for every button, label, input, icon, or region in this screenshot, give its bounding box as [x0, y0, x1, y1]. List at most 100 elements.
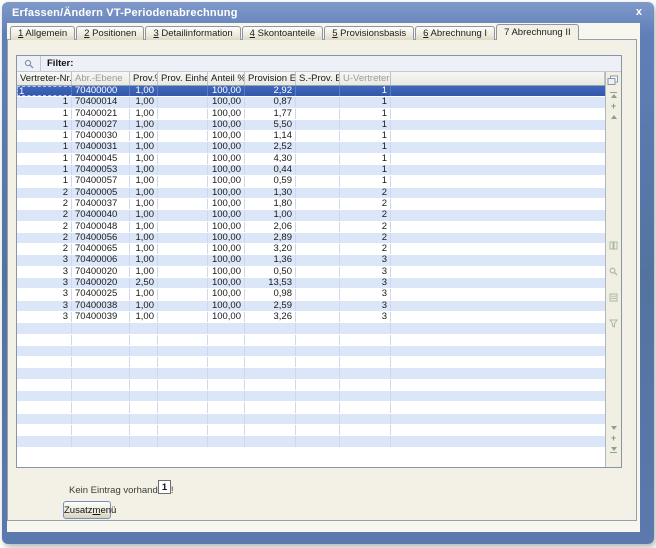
cell-prov-pct: 1,00	[130, 233, 158, 243]
table-row[interactable]: 1704000571,00100,000,591	[17, 176, 605, 187]
report-icon[interactable]	[609, 289, 618, 307]
cell-u-vertreter: 2	[340, 188, 391, 198]
empty-row	[17, 380, 605, 391]
cell-anteil-pct	[208, 323, 245, 333]
tab-abrechnung-1[interactable]: 6 Abrechnung I	[415, 26, 495, 40]
cell-u-vertreter	[340, 380, 391, 390]
cell-anteil-pct	[208, 368, 245, 378]
cell-vertreter-nr: 1	[17, 109, 72, 119]
cell-filler	[391, 335, 605, 345]
cell-filler	[391, 97, 605, 107]
column-header-filler	[391, 72, 605, 85]
column-header-prov-pct[interactable]: Prov.%	[130, 72, 158, 85]
cell-prov-pct: 1,00	[130, 222, 158, 232]
tab-abrechnung-2[interactable]: 7 Abrechnung II	[496, 24, 579, 40]
cell-abr-ebene: 70400057	[72, 176, 130, 186]
scroll-to-top-icon[interactable]	[610, 92, 617, 98]
table-row[interactable]: 2704000481,00100,002,062	[17, 222, 605, 233]
scroll-to-bottom-icon[interactable]	[610, 447, 617, 453]
column-header-prov-einheiten[interactable]: Prov. Einheiten	[158, 72, 208, 85]
cell-prov-pct: 1,00	[130, 86, 158, 96]
zusatzmenu-button[interactable]: Zusatzmenü	[63, 501, 111, 519]
cell-prov-pct: 1,00	[130, 301, 158, 311]
table-row[interactable]: 1704000211,00100,001,771	[17, 109, 605, 120]
cell-provision-eur: 2,52	[245, 142, 296, 152]
cell-prov-einheiten	[158, 267, 208, 277]
scroll-down-icon[interactable]	[611, 426, 617, 430]
column-header-u-vertreter[interactable]: U-Vertreter	[340, 72, 391, 85]
table-row[interactable]: 1704000271,00100,005,501	[17, 120, 605, 131]
close-icon[interactable]: x	[634, 7, 644, 18]
cell-provision-eur	[245, 414, 296, 424]
table-row[interactable]: 1704000141,00100,000,871	[17, 97, 605, 108]
table-row[interactable]: 1704000531,00100,000,441	[17, 165, 605, 176]
cell-prov-einheiten	[158, 346, 208, 356]
table-row[interactable]: 3704000061,00100,001,363	[17, 255, 605, 266]
cell-prov-einheiten	[158, 414, 208, 424]
table-row[interactable]: 2704000401,00100,001,002	[17, 210, 605, 221]
cell-prov-pct: 1,00	[130, 312, 158, 322]
cell-abr-ebene: 70400031	[72, 142, 130, 152]
cell-prov-einheiten	[158, 222, 208, 232]
table-row[interactable]: 1704000311,00100,002,521	[17, 142, 605, 153]
column-header-anteil-pct[interactable]: Anteil %	[208, 72, 245, 85]
table-row[interactable]: 3704000251,00100,000,983	[17, 289, 605, 300]
cell-anteil-pct	[208, 380, 245, 390]
title-bar: Erfassen/Ändern VT-Periodenabrechnung x	[2, 2, 654, 23]
column-header-provision-eur[interactable]: Provision EUR	[245, 72, 296, 85]
cell-prov-pct	[130, 425, 158, 435]
tab-provisionsbasis[interactable]: 5 Provisionsbasis	[324, 26, 414, 40]
search-icon[interactable]	[609, 263, 618, 281]
cell-prov-pct	[130, 323, 158, 333]
tab-positionen[interactable]: 2 Positionen	[76, 26, 144, 40]
append-row-icon[interactable]: +	[611, 435, 616, 442]
insert-row-icon[interactable]: +	[611, 103, 616, 110]
cell-s-prov-eur	[296, 199, 340, 209]
cell-u-vertreter	[340, 368, 391, 378]
cell-filler	[391, 233, 605, 243]
cell-s-prov-eur	[296, 346, 340, 356]
cell-prov-einheiten	[158, 391, 208, 401]
filter-search-icon[interactable]	[17, 56, 41, 71]
column-chooser-icon[interactable]	[607, 73, 619, 91]
filter-funnel-icon[interactable]	[609, 315, 618, 333]
table-row[interactable]: 1704000001,00100,002,921	[17, 86, 605, 97]
column-header-abr-ebene[interactable]: Abr.-Ebene	[72, 72, 130, 85]
columns-icon[interactable]	[609, 237, 618, 255]
column-header-s-prov-eur[interactable]: S.-Prov. EUR	[296, 72, 340, 85]
cell-s-prov-eur	[296, 368, 340, 378]
table-row[interactable]: 3704000202,50100,0013,533	[17, 278, 605, 289]
cell-s-prov-eur	[296, 97, 340, 107]
cell-provision-eur: 0,44	[245, 165, 296, 175]
table-row[interactable]: 1704000301,00100,001,141	[17, 131, 605, 142]
tab-allgemein[interactable]: 1 Allgemein	[10, 26, 75, 40]
table-row[interactable]: 3704000391,00100,003,263	[17, 312, 605, 323]
cell-vertreter-nr: 2	[17, 233, 72, 243]
table-row[interactable]: 2704000651,00100,003,202	[17, 244, 605, 255]
grid-main: Vertreter-Nr.Abr.-EbeneProv.%Prov. Einhe…	[17, 72, 621, 467]
cell-filler	[391, 436, 605, 446]
cell-s-prov-eur	[296, 165, 340, 175]
table-row[interactable]: 2704000561,00100,002,892	[17, 233, 605, 244]
empty-row	[17, 391, 605, 402]
cell-prov-einheiten	[158, 335, 208, 345]
cell-vertreter-nr: 2	[17, 210, 72, 220]
table-row[interactable]: 1704000451,00100,004,301	[17, 154, 605, 165]
column-header-vertreter-nr[interactable]: Vertreter-Nr.	[17, 72, 72, 85]
table-row[interactable]: 2704000371,00100,001,802	[17, 199, 605, 210]
tab-detailinformation[interactable]: 3 Detailinformation	[145, 26, 240, 40]
cell-vertreter-nr	[17, 346, 72, 356]
cell-abr-ebene: 70400027	[72, 120, 130, 130]
cell-prov-einheiten	[158, 97, 208, 107]
cell-abr-ebene: 70400038	[72, 301, 130, 311]
scroll-up-icon[interactable]	[611, 115, 617, 119]
tab-skontoanteile[interactable]: 4 Skontoanteile	[242, 26, 324, 40]
cell-prov-pct: 1,00	[130, 176, 158, 186]
table-row[interactable]: 2704000051,00100,001,302	[17, 188, 605, 199]
cell-prov-einheiten	[158, 244, 208, 254]
cell-prov-pct: 2,50	[130, 278, 158, 288]
cell-anteil-pct: 100,00	[208, 131, 245, 141]
cell-provision-eur: 1,30	[245, 188, 296, 198]
table-row[interactable]: 3704000381,00100,002,593	[17, 301, 605, 312]
table-row[interactable]: 3704000201,00100,000,503	[17, 267, 605, 278]
